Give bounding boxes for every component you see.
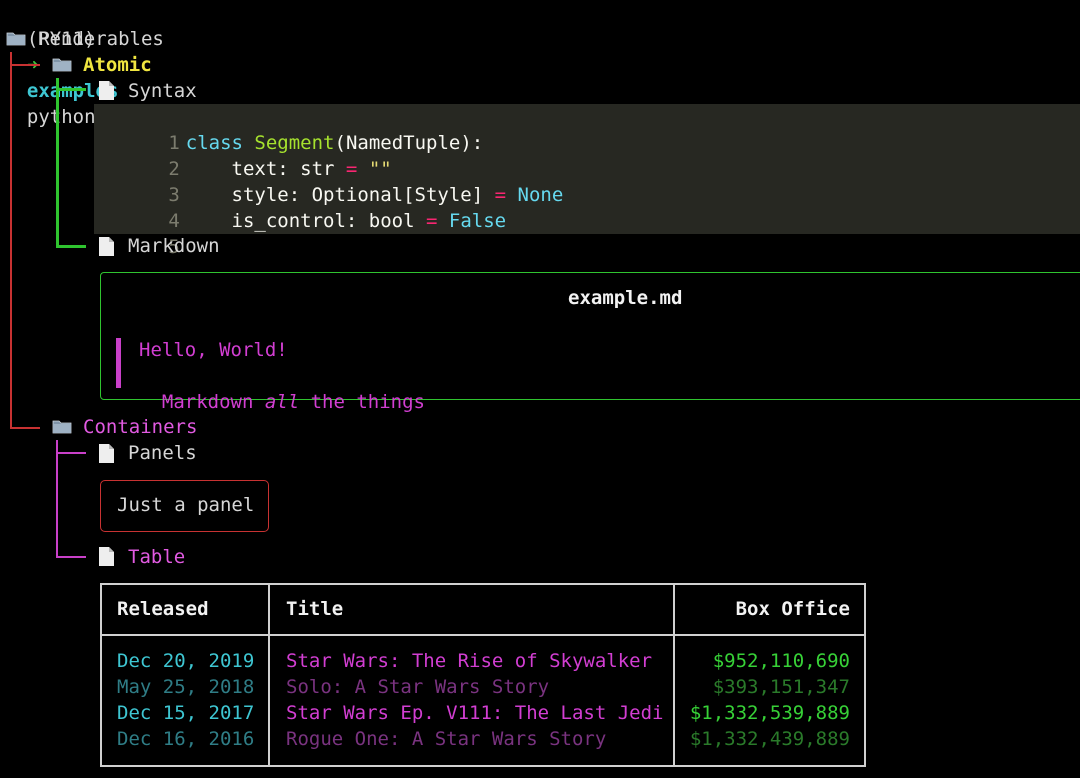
tree-root-label: Renderables (38, 28, 164, 50)
code-constant: False (437, 210, 507, 232)
table-column-divider (673, 583, 675, 767)
guide-containers-table-branch (56, 556, 86, 558)
table-cell-box-office: $1,332,439,889 (689, 728, 850, 750)
guide-root-atomic-branch (10, 64, 40, 66)
markdown-blockquote-bar (116, 338, 121, 388)
table-header-title: Title (286, 598, 344, 620)
table-cell-date: May 25, 2018 (117, 676, 255, 698)
simple-panel-text: Just a panel (117, 494, 255, 516)
table-cell-title: Star Wars: The Rise of Skywalker (286, 650, 653, 672)
guide-atomic-syntax-branch (56, 88, 86, 91)
table-cell-box-office: $952,110,690 (712, 650, 850, 672)
code-text: is_control: bool (185, 210, 426, 232)
guide-containers-vertical (56, 440, 58, 558)
table-cell-box-office: $393,151,347 (712, 676, 850, 698)
file-icon (99, 237, 114, 256)
markdown-text: Markdown (161, 391, 265, 413)
table-cell-date: Dec 15, 2017 (117, 702, 255, 724)
file-icon (99, 444, 114, 463)
guide-root-vertical (10, 52, 12, 428)
code-line-4: 4 is_control: bool = False (94, 182, 506, 232)
markdown-emphasis: all (264, 391, 300, 413)
file-icon (99, 547, 114, 566)
syntax-code-block: 1 class Segment(NamedTuple): 2 text: str … (94, 104, 1080, 258)
folder-icon (6, 32, 26, 46)
table-cell-title: Solo: A Star Wars Story (286, 676, 550, 698)
table-cell-box-office: $1,332,539,889 (689, 702, 850, 724)
code-line-3: 3 style: Optional[Style] = None (94, 156, 563, 206)
code-operator: = (425, 210, 438, 232)
code-constant: None (506, 184, 564, 206)
table-cell-date: Dec 16, 2016 (117, 728, 255, 750)
tree-panels-label: Panels (128, 442, 197, 464)
table-cell-title: Star Wars Ep. V111: The Last Jedi (286, 702, 664, 724)
file-icon (99, 81, 114, 100)
folder-icon (52, 420, 72, 434)
folder-icon (52, 58, 72, 72)
tree-syntax-label: Syntax (128, 80, 197, 102)
tree-containers-label: Containers (83, 416, 198, 438)
tree-atomic-label: Atomic (83, 54, 152, 76)
markdown-line-2: Markdown all the things (139, 363, 425, 415)
table-cell-title: Rogue One: A Star Wars Story (286, 728, 607, 750)
markdown-text: the things (299, 391, 426, 413)
guide-root-containers-branch (10, 427, 40, 429)
markdown-title: example.md (568, 287, 683, 309)
code-line-5: 5 (94, 208, 186, 258)
code-line-2: 2 text: str = "" (94, 130, 391, 180)
guide-atomic-vertical (56, 78, 59, 248)
tree-table-label: Table (128, 546, 186, 568)
guide-containers-panels-branch (56, 452, 86, 454)
tree-markdown-label: Markdown (128, 235, 220, 257)
table-header-divider (100, 634, 866, 636)
table-header-released: Released (117, 598, 209, 620)
guide-atomic-markdown-branch (56, 245, 86, 248)
table-header-box-office: Box Office (735, 598, 850, 620)
table-cell-date: Dec 20, 2019 (117, 650, 255, 672)
code-line-1: 1 class Segment(NamedTuple): (94, 104, 483, 154)
markdown-line-1: Hello, World! (139, 339, 288, 361)
table-column-divider (268, 583, 270, 767)
